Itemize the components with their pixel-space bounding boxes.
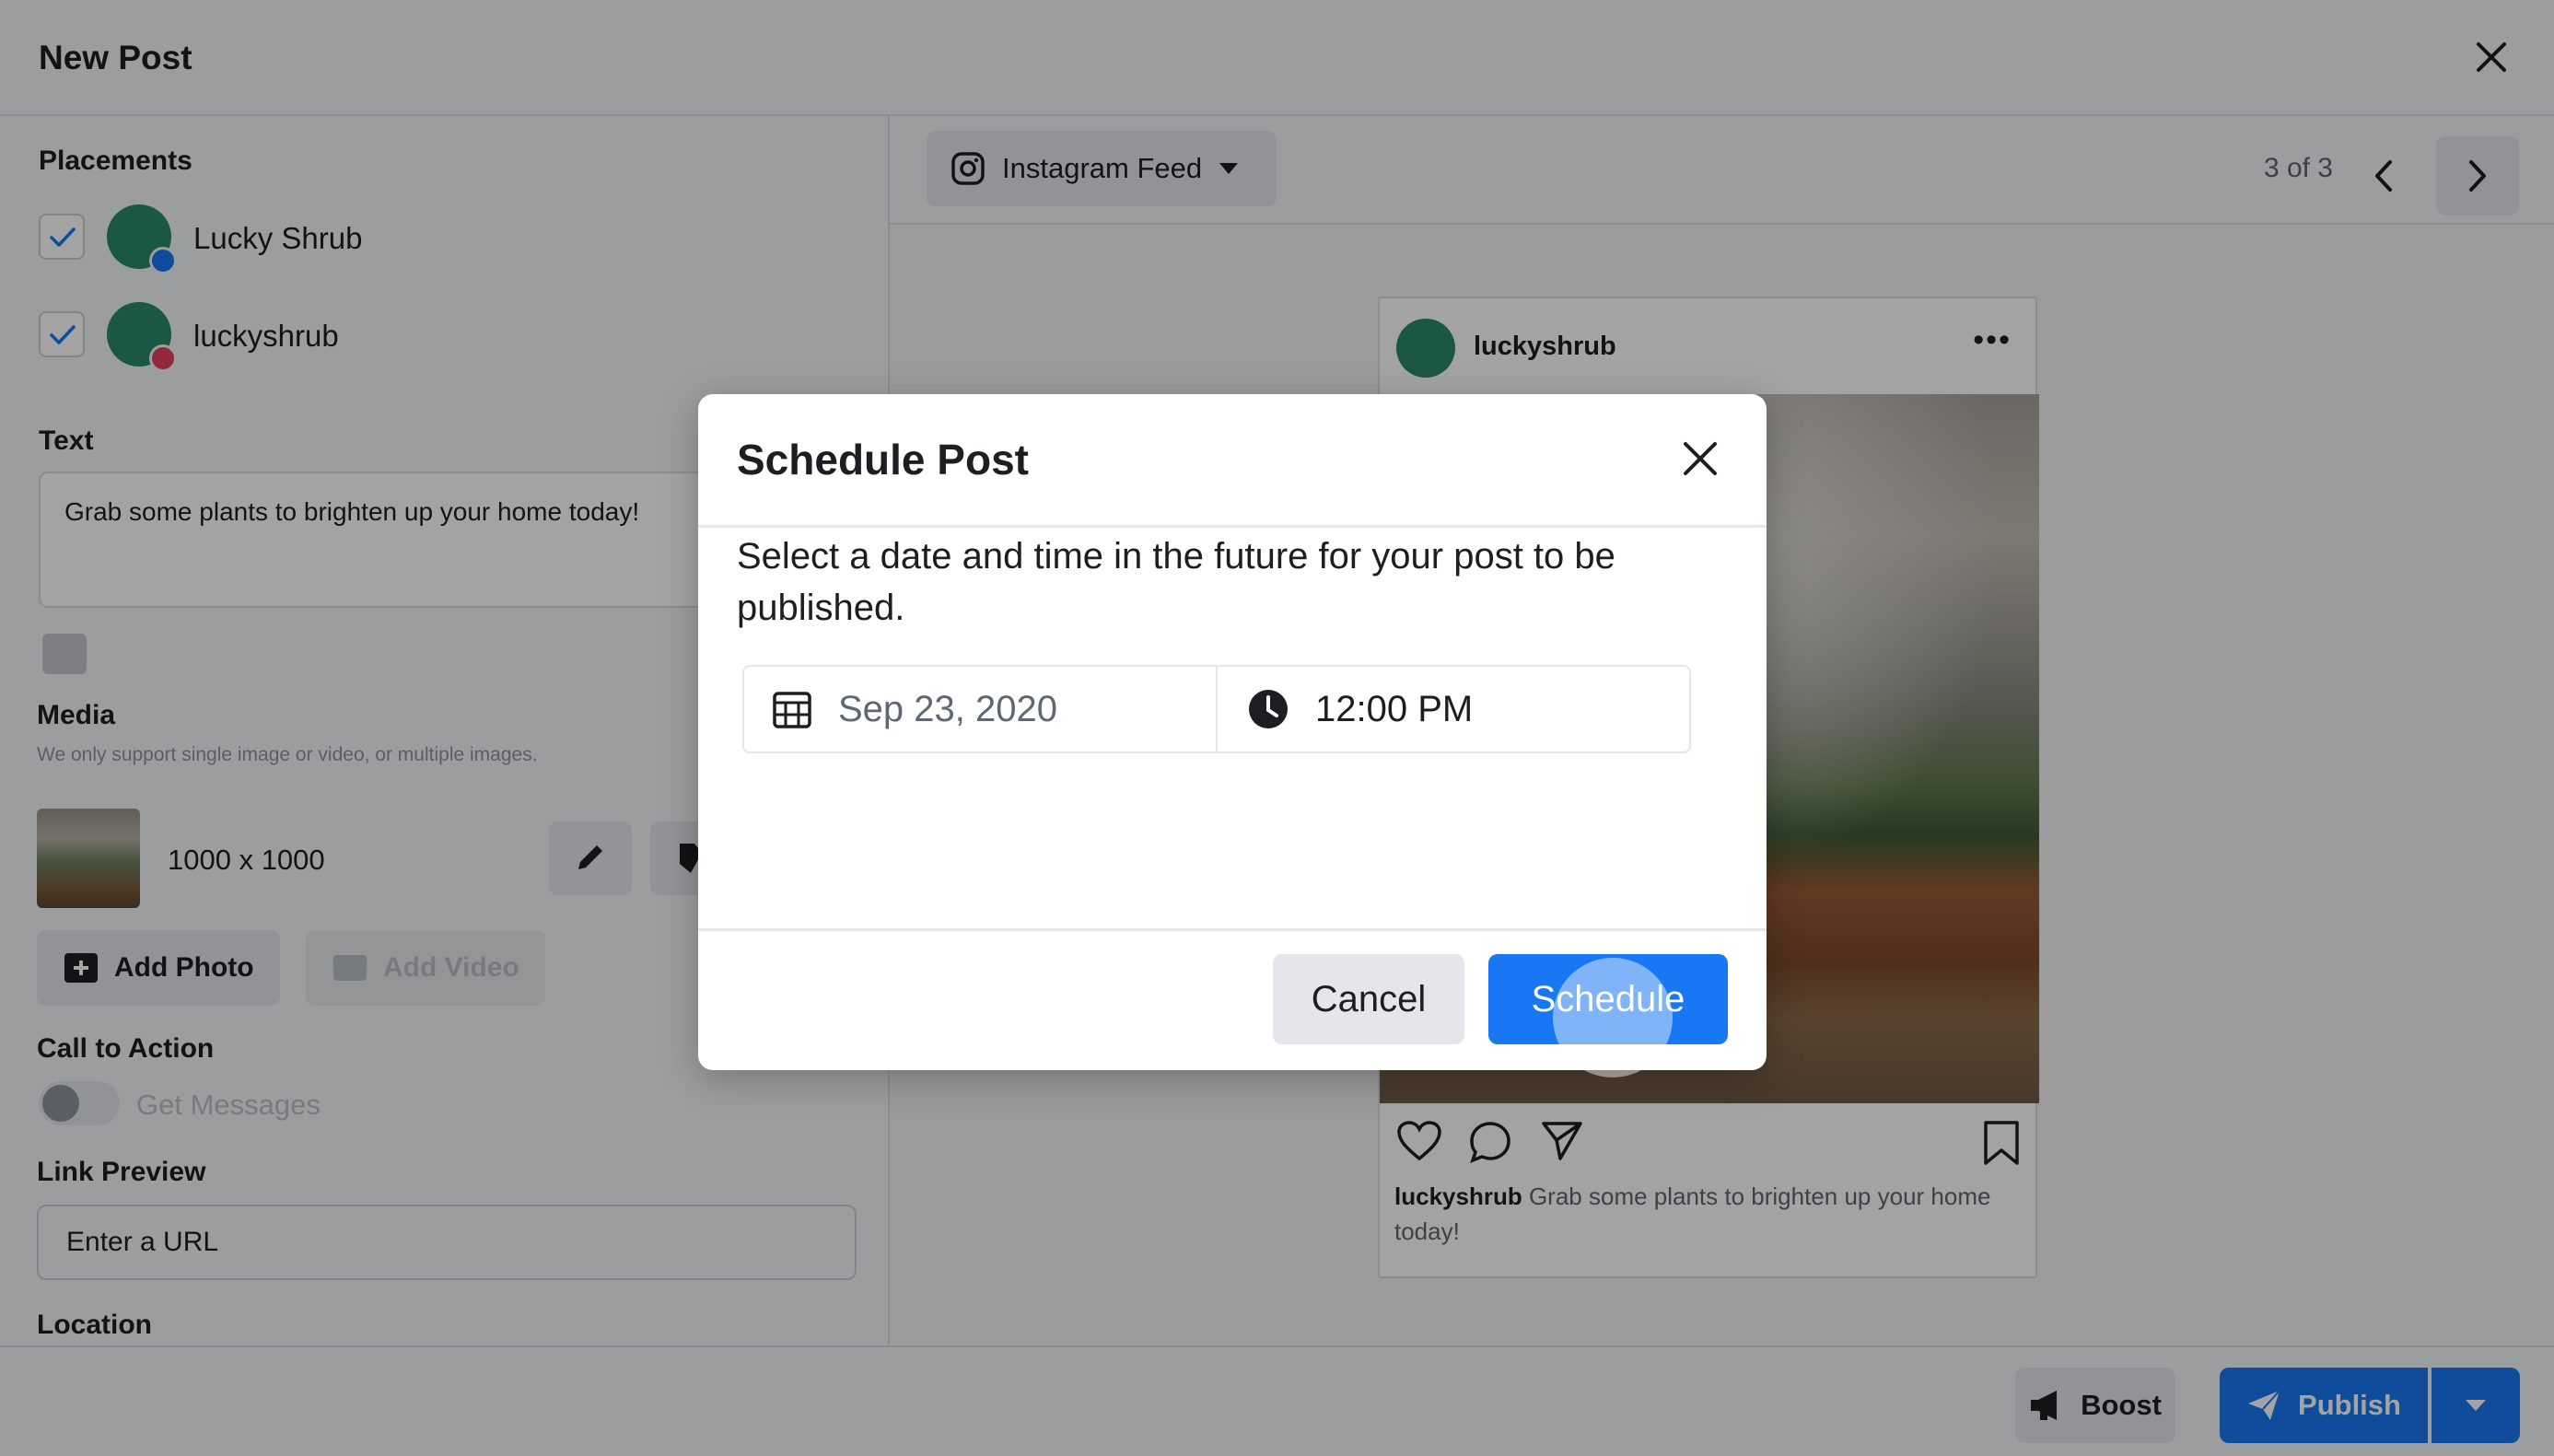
schedule-post-dialog: Schedule Post Select a date and time in … bbox=[698, 394, 1767, 1070]
schedule-button[interactable]: Schedule bbox=[1488, 954, 1728, 1044]
divider bbox=[1216, 667, 1218, 751]
calendar-icon bbox=[773, 692, 811, 728]
divider bbox=[698, 928, 1767, 931]
clock-icon bbox=[1249, 690, 1288, 728]
date-value: Sep 23, 2020 bbox=[838, 688, 1057, 729]
time-field[interactable]: 12:00 PM bbox=[1247, 667, 1473, 751]
divider bbox=[698, 525, 1767, 528]
time-value: 12:00 PM bbox=[1315, 688, 1474, 729]
dialog-description: Select a date and time in the future for… bbox=[737, 536, 1615, 628]
dialog-title: Schedule Post bbox=[737, 436, 1029, 483]
date-time-picker: Sep 23, 2020 12:00 PM bbox=[742, 665, 1691, 753]
date-field[interactable]: Sep 23, 2020 bbox=[772, 667, 1057, 751]
cancel-button[interactable]: Cancel bbox=[1273, 954, 1464, 1044]
close-icon[interactable] bbox=[1676, 435, 1724, 483]
